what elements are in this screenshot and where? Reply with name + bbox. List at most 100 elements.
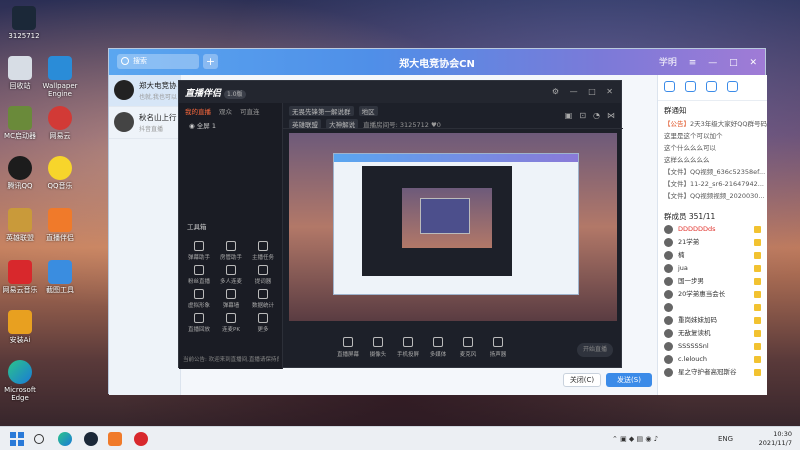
start-live-button[interactable]: 开始直播	[577, 343, 613, 357]
desktop-icon-netease-music[interactable]: 网易云音乐	[0, 260, 40, 294]
screen-share-icon[interactable]	[706, 81, 717, 92]
tab-connect[interactable]: 可直连	[240, 108, 260, 116]
live-title-chip[interactable]: 无畏先锋第一解说群	[289, 106, 354, 116]
menu-icon[interactable]: ≡	[689, 58, 697, 68]
desktop-icon-lol[interactable]: 英雄联盟	[0, 208, 40, 242]
member-row[interactable]: 重岗妹妹加码	[658, 314, 767, 327]
desktop-icon-qq[interactable]: 腾讯QQ	[0, 156, 40, 190]
conversation-item[interactable]: 郑大电竞协 也就,我也可以	[109, 75, 180, 107]
live-title-bar[interactable]: 直播伴侣 1.0版 ⚙ — □ ✕	[179, 81, 621, 103]
tag-chip[interactable]: 大神解说	[326, 119, 359, 129]
control-button[interactable]: 麦克风	[453, 337, 483, 358]
windows-start-icon[interactable]	[10, 432, 24, 446]
file-line[interactable]: 【文件】QQ视频视频_2020030...	[658, 189, 767, 201]
member-row[interactable]: DDDDDDds	[658, 223, 767, 236]
desktop-icon-ai[interactable]: 安装Ai	[0, 310, 40, 344]
category-chip[interactable]: 英雄联盟	[289, 119, 321, 129]
desktop-icon-label: 英雄联盟	[6, 234, 34, 242]
minimize-icon[interactable]: —	[708, 58, 717, 68]
control-button[interactable]: 扬声器	[483, 337, 513, 358]
user-name[interactable]: 学明	[659, 58, 677, 68]
member-row[interactable]: 21学弟	[658, 236, 767, 249]
close-button[interactable]: 关闭(C)	[563, 373, 601, 387]
toolbox-item[interactable]: 提词器	[247, 263, 279, 287]
toolbox-item[interactable]: 粉丝直播	[183, 263, 215, 287]
share-icon[interactable]: ⋈	[607, 111, 615, 120]
close-icon[interactable]: ✕	[606, 87, 613, 96]
gift-icon[interactable]: ▣	[565, 111, 573, 120]
phone-icon[interactable]	[664, 81, 675, 92]
video-icon[interactable]	[685, 81, 696, 92]
file-line[interactable]: 【文件】11-22_sr6-21647942...	[658, 177, 767, 189]
scene-label: 全屏 1	[196, 122, 216, 130]
toolbox-item[interactable]: 弹幕墙	[215, 287, 247, 311]
desktop-icon-minecraft[interactable]: MC启动器	[0, 106, 40, 140]
notice-line[interactable]: 这样么么么么么	[658, 153, 767, 165]
app-name: 直播伴侣	[185, 89, 222, 99]
toolbox-item[interactable]: 主播任务	[247, 239, 279, 263]
member-row[interactable]	[658, 301, 767, 314]
toolbox-item[interactable]: 直播回放	[183, 311, 215, 335]
qq-title-bar[interactable]: 搜索 + 郑大电竞协会CN 学明 ≡ — □ ✕	[109, 49, 765, 75]
member-row[interactable]: 星之守护者高冠斯谷	[658, 366, 767, 379]
member-row[interactable]: 20学弟惠当会长	[658, 288, 767, 301]
member-row[interactable]: SSSSSSnl	[658, 340, 767, 353]
recycle-bin-icon	[8, 56, 32, 80]
desktop-icon-steam[interactable]: 3125712	[4, 6, 44, 40]
preview-nested-live	[362, 166, 512, 276]
maximize-icon[interactable]: □	[729, 58, 738, 68]
search-icon[interactable]	[34, 434, 44, 444]
conversation-item[interactable]: 秋名山上行 抖音直播	[109, 107, 180, 139]
tab-my-live[interactable]: 我的直播	[185, 108, 211, 116]
desktop-icon-snipping[interactable]: 截图工具	[40, 260, 80, 294]
toolbox-item[interactable]: 更多	[247, 311, 279, 335]
bell-icon[interactable]: ◔	[593, 111, 600, 120]
toolbox-item[interactable]: 弹幕助手	[183, 239, 215, 263]
desktop-icon-netease[interactable]: 网易云	[40, 106, 80, 140]
settings-icon[interactable]: ⚙	[552, 87, 559, 96]
notice-line[interactable]: 这个什么么么可以	[658, 141, 767, 153]
close-icon[interactable]: ✕	[749, 58, 757, 68]
toolbox-item[interactable]: 虚拟形象	[183, 287, 215, 311]
toolbox-item[interactable]: 房管助手	[215, 239, 247, 263]
language-indicator[interactable]: ENG	[718, 435, 733, 443]
desktop-icon-live-companion[interactable]: 直播伴侣	[40, 208, 80, 242]
live-companion-taskbar-icon[interactable]	[108, 432, 122, 446]
member-row[interactable]: jua	[658, 262, 767, 275]
more-icon[interactable]	[727, 81, 738, 92]
desktop-icon-wallpaper-engine[interactable]: Wallpaper Engine	[40, 56, 80, 98]
tab-audience[interactable]: 观众	[219, 108, 232, 116]
toolbox-item[interactable]: 连麦PK	[215, 311, 247, 335]
lock-icon[interactable]: ⊡	[579, 111, 586, 120]
edge-icon[interactable]	[58, 432, 72, 446]
member-row[interactable]: 无敌复读机	[658, 327, 767, 340]
clock[interactable]: 10:30 2021/11/7	[759, 430, 792, 448]
desktop-icon-recycle-bin[interactable]: 回收站	[0, 56, 40, 90]
control-button[interactable]: 手机投屏	[393, 337, 423, 358]
desktop-icon-qq-music[interactable]: QQ音乐	[40, 156, 80, 190]
tray-icons[interactable]: ⌃ ▣ ◆ ▤ ◉ ♪	[612, 435, 658, 443]
desktop-icon-edge[interactable]: Microsoft Edge	[0, 360, 40, 402]
toolbox-item[interactable]: 数据统计	[247, 287, 279, 311]
toolbox-item[interactable]: 多人连麦	[215, 263, 247, 287]
steam-taskbar-icon[interactable]	[84, 432, 98, 446]
notice-line[interactable]: 【公告】2天3年级大家好QQ群号码的	[658, 117, 767, 129]
netease-taskbar-icon[interactable]	[134, 432, 148, 446]
control-button[interactable]: 多媒体	[423, 337, 453, 358]
file-line[interactable]: 【文件】QQ视频_636c52358ef...	[658, 165, 767, 177]
member-row[interactable]: c.lelouch	[658, 353, 767, 366]
control-button[interactable]: 摄像头	[363, 337, 393, 358]
minimize-icon[interactable]: —	[570, 87, 578, 96]
maximize-icon[interactable]: □	[588, 87, 596, 96]
notice-line[interactable]: 这里是这个可以加个	[658, 129, 767, 141]
send-button[interactable]: 发送(S)	[606, 373, 652, 387]
control-button[interactable]: 直播屏幕	[333, 337, 363, 358]
scene-item[interactable]: ◉ 全屏 1	[179, 117, 282, 133]
live-companion-window[interactable]: 直播伴侣 1.0版 ⚙ — □ ✕ 我的直播 观众 可直连 ◉ 全屏 1 工具箱 弹幕…	[178, 80, 623, 369]
region-chip[interactable]: 地区	[358, 106, 378, 116]
netease-icon	[48, 106, 72, 130]
stream-preview[interactable]	[289, 133, 617, 321]
member-row[interactable]: 国一步男	[658, 275, 767, 288]
member-row[interactable]: 楠	[658, 249, 767, 262]
member-name: 星之守护者高冠斯谷	[678, 368, 737, 376]
